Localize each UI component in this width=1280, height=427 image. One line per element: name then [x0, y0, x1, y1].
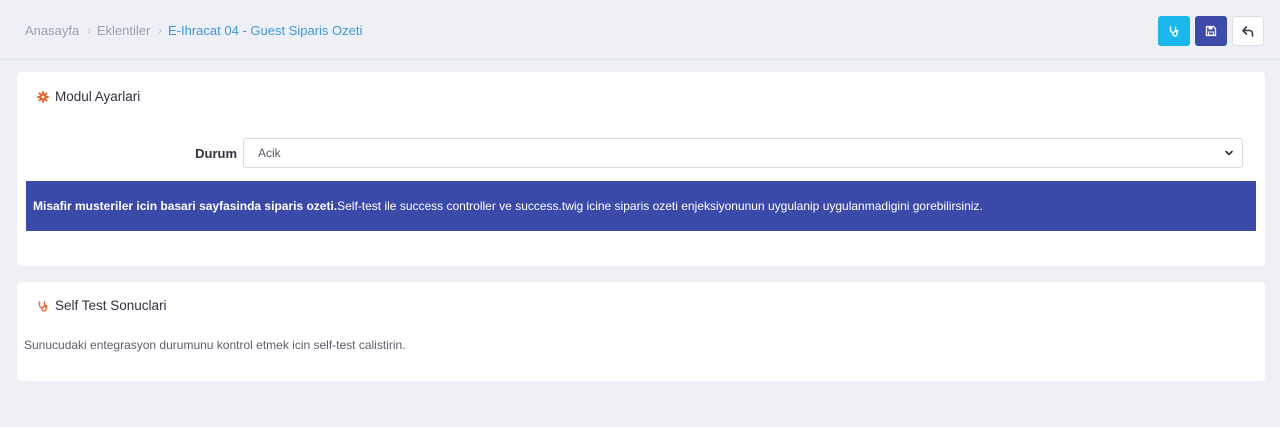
top-bar: Anasayfa › Eklentiler › E-Ihracat 04 - G… [0, 0, 1280, 60]
module-settings-card: Modul Ayarlari Durum Acik Misafir muster… [17, 72, 1265, 266]
back-button[interactable] [1232, 16, 1264, 46]
breadcrumb-extensions[interactable]: Eklentiler [97, 23, 150, 38]
breadcrumb-current[interactable]: E-Ihracat 04 - Guest Siparis Ozeti [168, 23, 362, 38]
card-title-text: Self Test Sonuclari [55, 298, 167, 313]
stethoscope-icon [1169, 26, 1179, 37]
gear-icon [37, 90, 49, 103]
breadcrumb-home[interactable]: Anasayfa [25, 23, 79, 38]
breadcrumb: Anasayfa › Eklentiler › E-Ihracat 04 - G… [25, 23, 362, 38]
info-alert: Misafir musteriler icin basari sayfasind… [26, 181, 1256, 231]
status-select-value: Acik [258, 146, 281, 160]
undo-icon [1242, 26, 1254, 37]
stethoscope-icon [38, 301, 48, 312]
module-settings-title: Modul Ayarlari [37, 89, 140, 104]
alert-strong-text: Misafir musteriler icin basari sayfasind… [33, 199, 338, 213]
self-test-button[interactable] [1158, 16, 1190, 46]
page-actions [1158, 16, 1264, 46]
self-test-title: Self Test Sonuclari [37, 298, 167, 313]
breadcrumb-separator: › [87, 24, 91, 37]
chevron-down-icon [1225, 150, 1233, 156]
alert-text: Self-test ile success controller ve succ… [337, 199, 983, 213]
status-label: Durum [195, 146, 237, 161]
self-test-description: Sunucudaki entegrasyon durumunu kontrol … [24, 338, 406, 352]
save-button[interactable] [1195, 16, 1227, 46]
card-title-text: Modul Ayarlari [55, 89, 141, 104]
self-test-card: Self Test Sonuclari Sunucudaki entegrasy… [17, 282, 1265, 381]
breadcrumb-separator: › [158, 24, 163, 37]
status-select[interactable]: Acik [243, 138, 1243, 168]
save-icon [1205, 25, 1217, 37]
